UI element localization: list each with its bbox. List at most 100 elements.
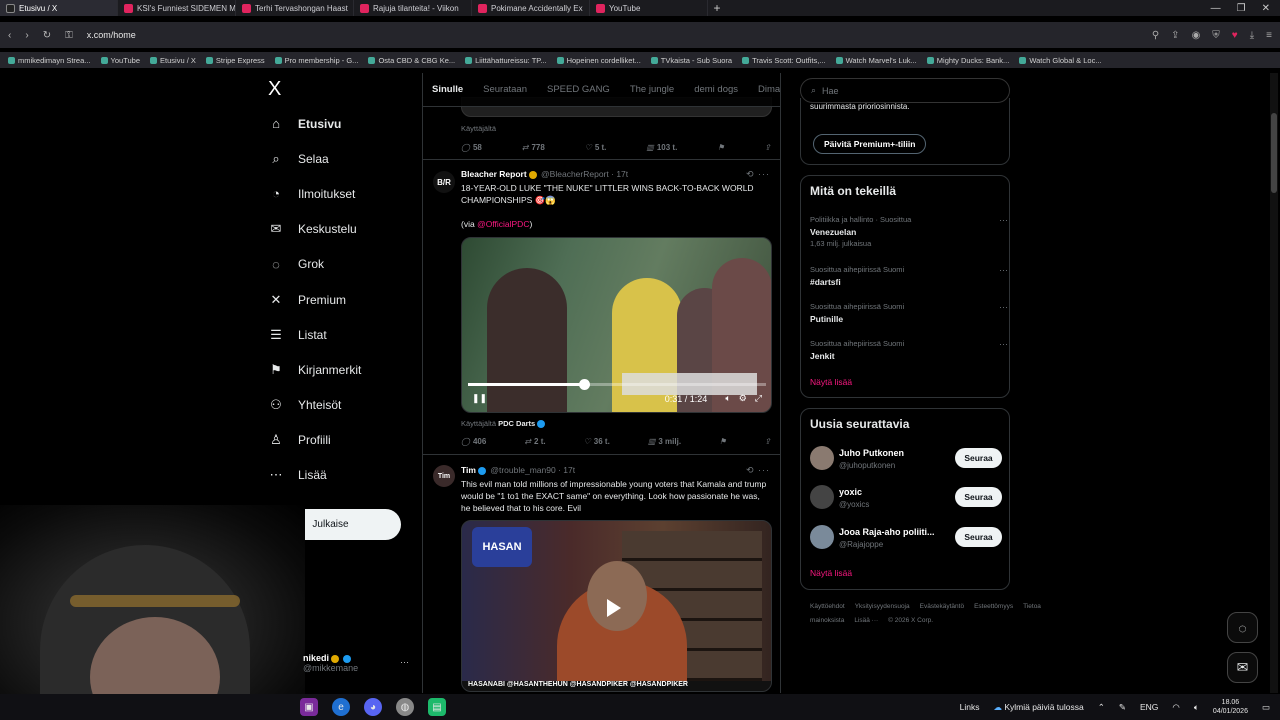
edge-icon[interactable]: e <box>332 698 350 716</box>
repost-button[interactable]: ⇄ 778 <box>522 143 545 152</box>
shield-icon[interactable]: ⛨ <box>1212 30 1220 41</box>
bookmark-post-button[interactable]: ⚑ <box>719 437 726 446</box>
video-scrubber-handle[interactable] <box>579 379 591 390</box>
footer-link[interactable]: Lisää ··· <box>854 617 878 624</box>
account-switcher[interactable]: nikedi @mikkemane ··· <box>303 653 413 673</box>
back-icon[interactable]: ‹ <box>8 30 11 41</box>
search-input[interactable]: ⌕ Hae <box>800 78 1010 103</box>
trend-item[interactable]: Politiikka ja hallinto · Suosittua Venezu… <box>810 215 1008 248</box>
bookmark-item[interactable]: Etusivu / X <box>150 56 196 65</box>
video-player[interactable]: HASAN HASANABI @HASANTHEHUN @HASANDPIKER… <box>461 520 772 692</box>
nav-item-bell[interactable]: ◔ Ilmoitukset <box>260 176 410 211</box>
browser-tab[interactable]: Pokimane Accidentally Ex <box>472 0 590 16</box>
x-logo[interactable]: X <box>268 78 410 106</box>
app-icon[interactable]: ▣ <box>300 698 318 716</box>
menu-icon[interactable]: ≡ <box>1266 30 1272 41</box>
more-icon[interactable]: ··· <box>999 265 1008 275</box>
video-progress-bar[interactable] <box>468 379 766 390</box>
footer-link[interactable]: Yksityisyydensuoja <box>855 603 910 610</box>
footer-link[interactable]: Käyttöehdot <box>810 603 845 610</box>
app-icon[interactable]: ▤ <box>428 698 446 716</box>
post-author[interactable]: Bleacher Report <box>461 169 527 179</box>
reload-icon[interactable]: ↻ <box>43 30 51 41</box>
avatar[interactable]: Tim <box>433 465 455 487</box>
suggestion-name[interactable]: Juho Putkonen <box>839 448 904 458</box>
more-icon[interactable]: ⟲ ··· <box>746 169 770 180</box>
follow-suggestion[interactable]: Juho Putkonen @juhoputkonen Seuraa <box>810 446 1002 474</box>
nav-item-grok[interactable]: ◌ Grok <box>260 247 410 282</box>
scrollbar-thumb[interactable] <box>1271 113 1277 193</box>
trend-item[interactable]: Suosittua aihepiirissä Suomi Putinille ··· <box>810 302 1008 324</box>
avatar[interactable] <box>810 485 834 509</box>
post-bleacher-report[interactable]: B/R Bleacher Report @BleacherReport · 17… <box>423 165 780 455</box>
trend-item[interactable]: Suosittua aihepiirissä Suomi Jenkit ··· <box>810 339 1008 361</box>
timeline-tab[interactable]: Dima's Di <box>758 84 780 95</box>
bookmark-item[interactable]: Osta CBD & CBG Ke... <box>368 56 455 65</box>
trends-show-more-link[interactable]: Näytä lisää <box>810 377 852 387</box>
premium-upgrade-button[interactable]: Päivitä Premium+-tiliin <box>813 134 927 154</box>
follow-button[interactable]: Seuraa <box>955 487 1002 507</box>
nav-item-x-premium[interactable]: ✕ Premium <box>260 282 410 317</box>
more-icon[interactable]: ··· <box>999 215 1008 225</box>
nav-item-communities[interactable]: ⚇ Yhteisöt <box>260 388 410 423</box>
post-time[interactable]: 17t <box>563 465 575 475</box>
weather-widget[interactable]: ☁ Kylmiä päiviä tulossa <box>993 702 1083 713</box>
grok-floating-button[interactable]: ◌ <box>1227 612 1258 643</box>
timeline-tab[interactable]: SPEED GANG <box>547 84 610 95</box>
bookmark-item[interactable]: Mighty Ducks: Bank... <box>926 56 1009 65</box>
share-post-button[interactable]: ⇪ <box>764 143 771 152</box>
post-handle[interactable]: @BleacherReport <box>541 169 609 179</box>
camera-icon[interactable]: ◉ <box>1192 30 1201 41</box>
language-indicator[interactable]: ENG <box>1140 702 1158 712</box>
follow-suggestion[interactable]: Jooa Raja-aho poliiti... @Rajajoppe Seuraa <box>810 525 1002 553</box>
avatar[interactable] <box>810 525 834 549</box>
repost-button[interactable]: ⇄ 2 t. <box>524 437 545 446</box>
bookmark-item[interactable]: mmikedimayn Strea... <box>8 56 91 65</box>
suggestion-name[interactable]: yoxic <box>839 487 862 497</box>
more-icon[interactable]: ··· <box>400 657 409 667</box>
timeline-tab[interactable]: Seurataan <box>483 84 527 95</box>
tray-chevron-icon[interactable]: ⌃ <box>1098 702 1105 713</box>
bookmark-item[interactable]: Watch Marvel's Luk... <box>835 56 917 65</box>
post-tim[interactable]: Tim Tim @trouble_man90 · 17t ⟲ ··· This … <box>423 461 780 693</box>
source-link[interactable]: PDC Darts <box>498 419 535 428</box>
like-button[interactable]: ♡ 36 t. <box>584 437 610 446</box>
minimize-icon[interactable]: — <box>1211 3 1221 14</box>
bookmark-item[interactable]: Watch Global & Loc... <box>1019 56 1102 65</box>
views-button[interactable]: ▥ 3 milj. <box>648 437 681 446</box>
new-tab-icon[interactable]: + <box>708 1 726 15</box>
views-button[interactable]: ▥ 103 t. <box>646 143 677 152</box>
bookmark-item[interactable]: Stripe Express <box>205 56 265 65</box>
bookmark-item[interactable]: YouTube <box>100 56 140 65</box>
discord-icon[interactable]: ◕ <box>364 698 382 716</box>
timeline-tab[interactable]: Sinulle <box>432 84 463 95</box>
notification-icon[interactable]: ▭ <box>1262 702 1270 713</box>
follow-show-more-link[interactable]: Näytä lisää <box>810 568 852 578</box>
nav-item-more-circle[interactable]: ⋯ Lisää <box>260 458 410 493</box>
follow-button[interactable]: Seuraa <box>955 448 1002 468</box>
browser-tab[interactable]: YouTube <box>590 0 708 16</box>
more-icon[interactable]: ··· <box>999 302 1008 312</box>
steam-icon[interactable]: ◍ <box>396 698 414 716</box>
nav-item-profile[interactable]: ♙ Profiili <box>260 423 410 458</box>
follow-suggestion[interactable]: yoxic @yoxics Seuraa <box>810 485 1002 513</box>
trend-item[interactable]: Suosittua aihepiirissä Suomi #dartsfi ··· <box>810 265 1008 287</box>
bookmark-item[interactable]: Travis Scott: Outfits,... <box>742 56 826 65</box>
close-icon[interactable]: ✕ <box>1262 3 1270 14</box>
clock[interactable]: 18.06 04/01/2026 <box>1213 698 1248 716</box>
download-icon[interactable]: ⤓ <box>1250 30 1254 41</box>
bookmark-item[interactable]: Pro membership - G... <box>274 56 358 65</box>
post-time[interactable]: 17t <box>616 169 628 179</box>
bookmark-item[interactable]: Liittähattureissu: TP... <box>465 56 547 65</box>
reply-button[interactable]: ◯ 406 <box>461 437 486 446</box>
extension-icon[interactable]: ⚲ <box>1152 30 1159 41</box>
volume-icon[interactable]: 🔈︎ <box>725 393 730 404</box>
post-author[interactable]: Tim <box>461 465 476 475</box>
speaker-icon[interactable]: 🔈︎ <box>1194 702 1199 713</box>
browser-tab[interactable]: Rajuja tilanteita! - Viikon <box>354 0 472 16</box>
browser-tab[interactable]: KSI's Funniest SIDEMEN M <box>118 0 236 16</box>
share-icon[interactable]: ⇪ <box>1171 30 1179 41</box>
nav-item-list[interactable]: ☰ Listat <box>260 317 410 352</box>
post-handle[interactable]: @trouble_man90 <box>490 465 555 475</box>
pause-icon[interactable]: ❚❚ <box>472 393 487 404</box>
